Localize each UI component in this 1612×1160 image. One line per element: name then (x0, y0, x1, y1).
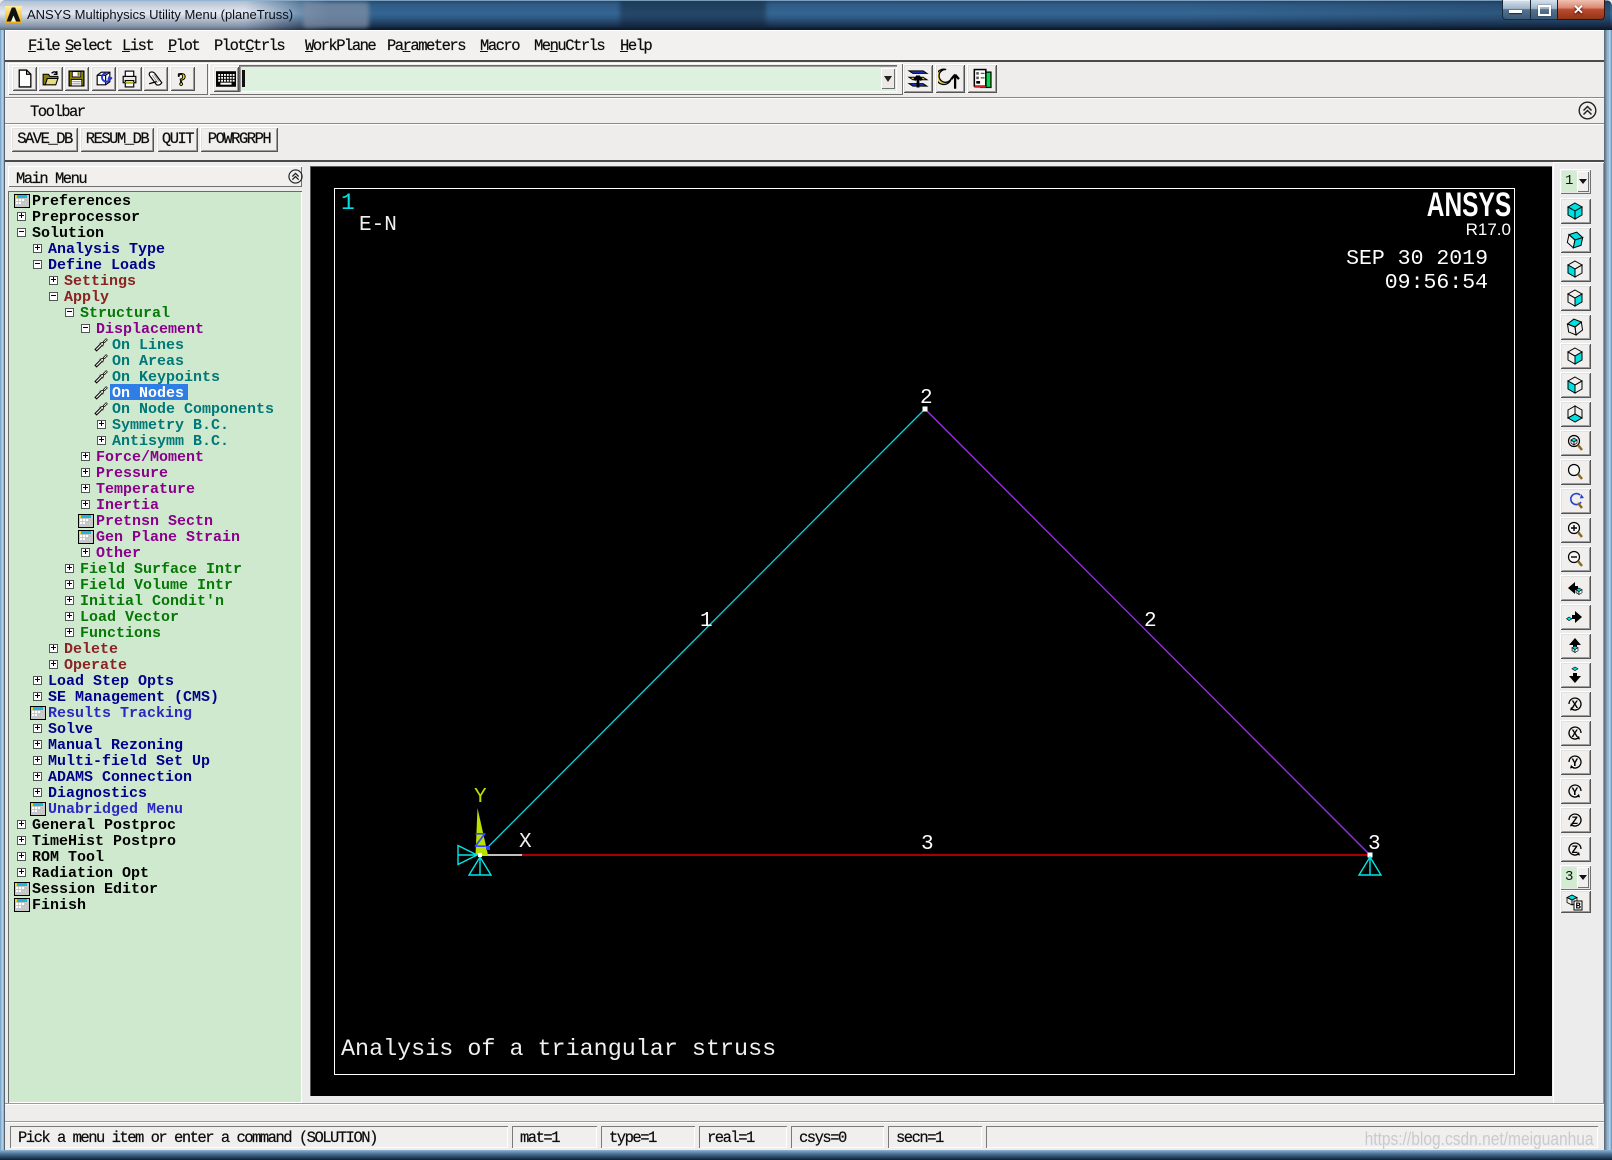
svg-text:Z: Z (1572, 845, 1579, 857)
svg-text:X: X (1572, 700, 1579, 712)
svg-text:Y: Y (1572, 758, 1579, 770)
svg-text:X: X (1572, 729, 1579, 741)
svg-text:Y: Y (1572, 787, 1579, 799)
svg-text:Z: Z (1572, 816, 1579, 828)
svg-text:?: ? (177, 69, 186, 88)
svg-text:B: B (1576, 902, 1582, 912)
